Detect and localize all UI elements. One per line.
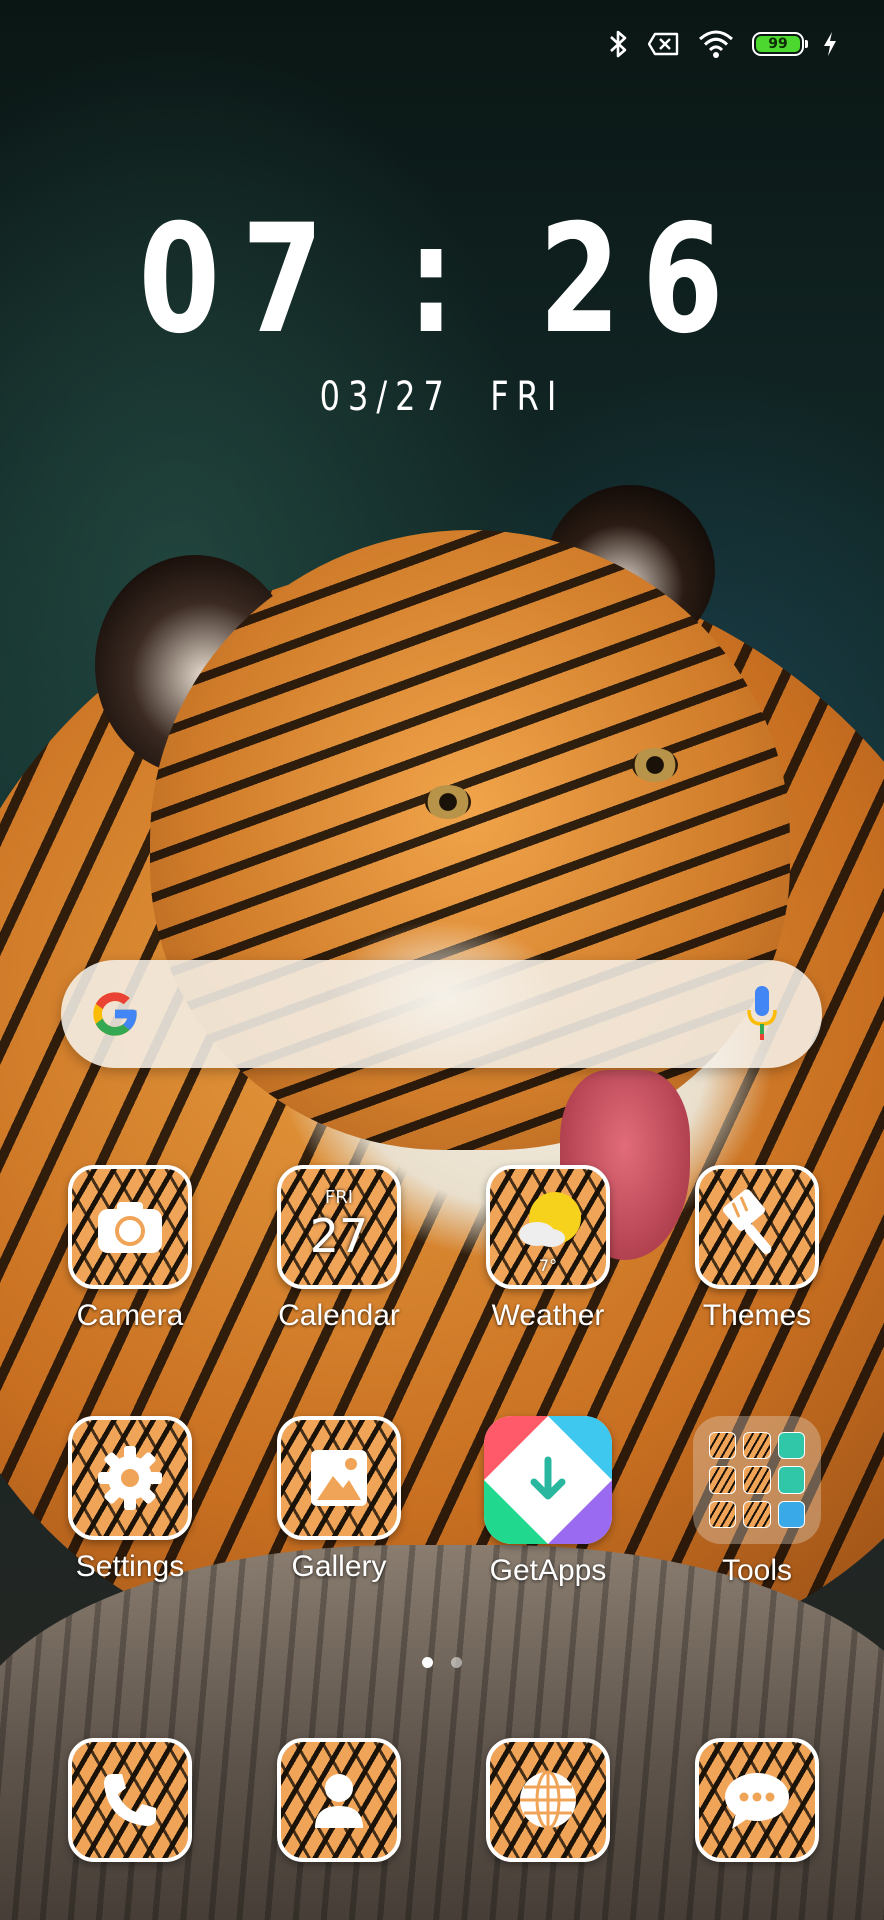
google-search-bar[interactable] xyxy=(61,960,822,1068)
calculator-mini-icon xyxy=(709,1432,737,1460)
themes-app-icon xyxy=(695,1165,819,1289)
gallery-app-icon xyxy=(277,1416,401,1540)
paintbrush-icon xyxy=(722,1189,772,1254)
cleaner-mini-icon xyxy=(777,1500,805,1528)
camera-app-icon xyxy=(68,1165,192,1289)
folder-icon xyxy=(693,1416,821,1544)
battery-icon: 99 xyxy=(752,32,808,56)
wallpaper-tiger-eye-left xyxy=(425,785,471,819)
wifi-icon xyxy=(699,30,733,58)
clock-time[interactable]: 07 : 26 xyxy=(97,205,787,355)
browser-icon xyxy=(520,1770,576,1830)
wallpaper-tiger-eye-right xyxy=(632,748,678,782)
gear-icon xyxy=(98,1446,162,1510)
dock-browser[interactable] xyxy=(458,1738,638,1862)
app-label: Gallery xyxy=(291,1550,387,1583)
dock-contacts[interactable] xyxy=(249,1738,429,1862)
google-logo-icon xyxy=(93,992,137,1036)
dock-phone[interactable] xyxy=(40,1738,220,1862)
phone-icon xyxy=(104,1774,156,1826)
mini-app-icon xyxy=(743,1432,771,1460)
page-indicator xyxy=(0,1657,884,1668)
app-weather[interactable]: 7° Weather xyxy=(458,1165,638,1333)
battery-level: 99 xyxy=(756,36,800,52)
page-dot-active xyxy=(422,1657,433,1668)
settings-app-icon xyxy=(68,1416,192,1540)
calendar-weekday: FRI xyxy=(324,1187,354,1208)
contacts-app-icon xyxy=(277,1738,401,1862)
getapps-logo-icon xyxy=(484,1416,612,1544)
app-label: Camera xyxy=(76,1299,184,1332)
app-camera[interactable]: Camera xyxy=(40,1165,220,1333)
bluetooth-icon xyxy=(610,30,627,58)
weather-app-icon: 7° xyxy=(486,1165,610,1289)
app-calendar[interactable]: FRI 27 Calendar xyxy=(249,1165,429,1333)
app-label: Calendar xyxy=(278,1299,400,1332)
dock-messages[interactable] xyxy=(667,1738,847,1862)
app-getapps[interactable]: GetApps xyxy=(458,1416,638,1588)
weather-temp: 7° xyxy=(538,1256,558,1275)
recorder-mini-icon xyxy=(743,1466,771,1494)
app-gallery[interactable]: Gallery xyxy=(249,1416,429,1584)
image-icon xyxy=(311,1450,367,1506)
calendar-icon: FRI 27 xyxy=(277,1165,401,1289)
clock-weekday: FRI xyxy=(490,374,565,420)
calendar-date: 27 xyxy=(309,1209,369,1263)
wallpaper-rock xyxy=(0,1545,884,1920)
app-label: GetApps xyxy=(489,1554,607,1587)
browser-app-icon xyxy=(486,1738,610,1862)
contacts-icon xyxy=(315,1774,363,1828)
compass-mini-icon xyxy=(709,1466,737,1494)
app-label: Themes xyxy=(702,1299,812,1332)
app-tools[interactable]: Tools xyxy=(667,1416,847,1588)
scanner-mini-icon xyxy=(777,1432,805,1460)
status-bar: 99 xyxy=(608,24,838,64)
no-sim-icon xyxy=(648,32,679,56)
app-label: Tools xyxy=(721,1554,793,1587)
messages-icon xyxy=(725,1773,789,1829)
clock-date-row[interactable]: 03/27 FRI xyxy=(88,374,795,420)
app-label: Weather xyxy=(491,1299,605,1332)
clock-date: 03/27 xyxy=(319,374,452,420)
charging-icon xyxy=(824,32,836,56)
screen-mini-icon xyxy=(777,1466,805,1494)
messages-app-icon xyxy=(695,1738,819,1862)
phone-app-icon xyxy=(68,1738,192,1862)
camera-icon xyxy=(98,1202,162,1253)
app-themes[interactable]: Themes xyxy=(667,1165,847,1333)
notes-mini-icon xyxy=(743,1500,771,1528)
microphone-icon[interactable] xyxy=(744,984,780,1042)
download-mini-icon xyxy=(709,1500,737,1528)
getapps-icon xyxy=(484,1416,612,1544)
app-label: Settings xyxy=(75,1550,185,1583)
app-settings[interactable]: Settings xyxy=(40,1416,220,1584)
page-dot xyxy=(451,1657,462,1668)
